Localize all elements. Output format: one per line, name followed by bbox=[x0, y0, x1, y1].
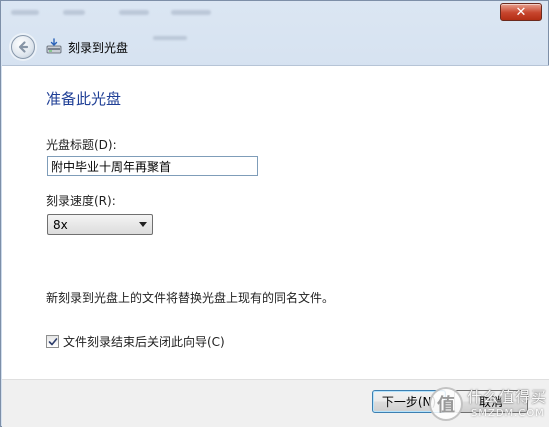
close-icon: ✕ bbox=[515, 4, 527, 20]
checkmark-icon bbox=[48, 337, 57, 345]
next-button[interactable]: 下一步(N) bbox=[372, 390, 446, 413]
burn-speed-label: 刻录速度(R): bbox=[46, 194, 116, 208]
wizard-window: ✕ 刻录到光盘 准备此光盘 光盘标题(D): 刻录速度(R): 8x bbox=[0, 0, 549, 427]
back-arrow-icon bbox=[18, 41, 29, 53]
wizard-footer: 下一步(N) 取消 bbox=[2, 379, 549, 427]
content-panel: 准备此光盘 光盘标题(D): 刻录速度(R): 8x 新刻录到光盘上的文件将替换… bbox=[2, 65, 549, 379]
window-close-button[interactable]: ✕ bbox=[500, 3, 542, 21]
wizard-header: 刻录到光盘 bbox=[2, 29, 549, 65]
close-wizard-label: 文件刻录结束后关闭此向导(C) bbox=[63, 335, 225, 349]
blurred-background-bar bbox=[1, 1, 261, 40]
chevron-down-icon bbox=[139, 222, 147, 227]
disc-burner-icon bbox=[45, 38, 63, 56]
back-button[interactable] bbox=[11, 35, 35, 59]
burn-speed-value: 8x bbox=[53, 217, 68, 232]
cancel-button[interactable]: 取消 bbox=[454, 390, 528, 413]
disc-title-input[interactable] bbox=[47, 156, 258, 176]
wizard-title: 刻录到光盘 bbox=[68, 40, 129, 55]
disc-title-label: 光盘标题(D): bbox=[46, 138, 117, 152]
close-wizard-option[interactable]: 文件刻录结束后关闭此向导(C) bbox=[46, 333, 225, 350]
close-wizard-checkbox[interactable] bbox=[46, 335, 59, 348]
burn-speed-select[interactable]: 8x bbox=[47, 214, 153, 235]
overwrite-info-text: 新刻录到光盘上的文件将替换光盘上现有的同名文件。 bbox=[46, 291, 335, 305]
page-heading: 准备此光盘 bbox=[46, 90, 122, 108]
